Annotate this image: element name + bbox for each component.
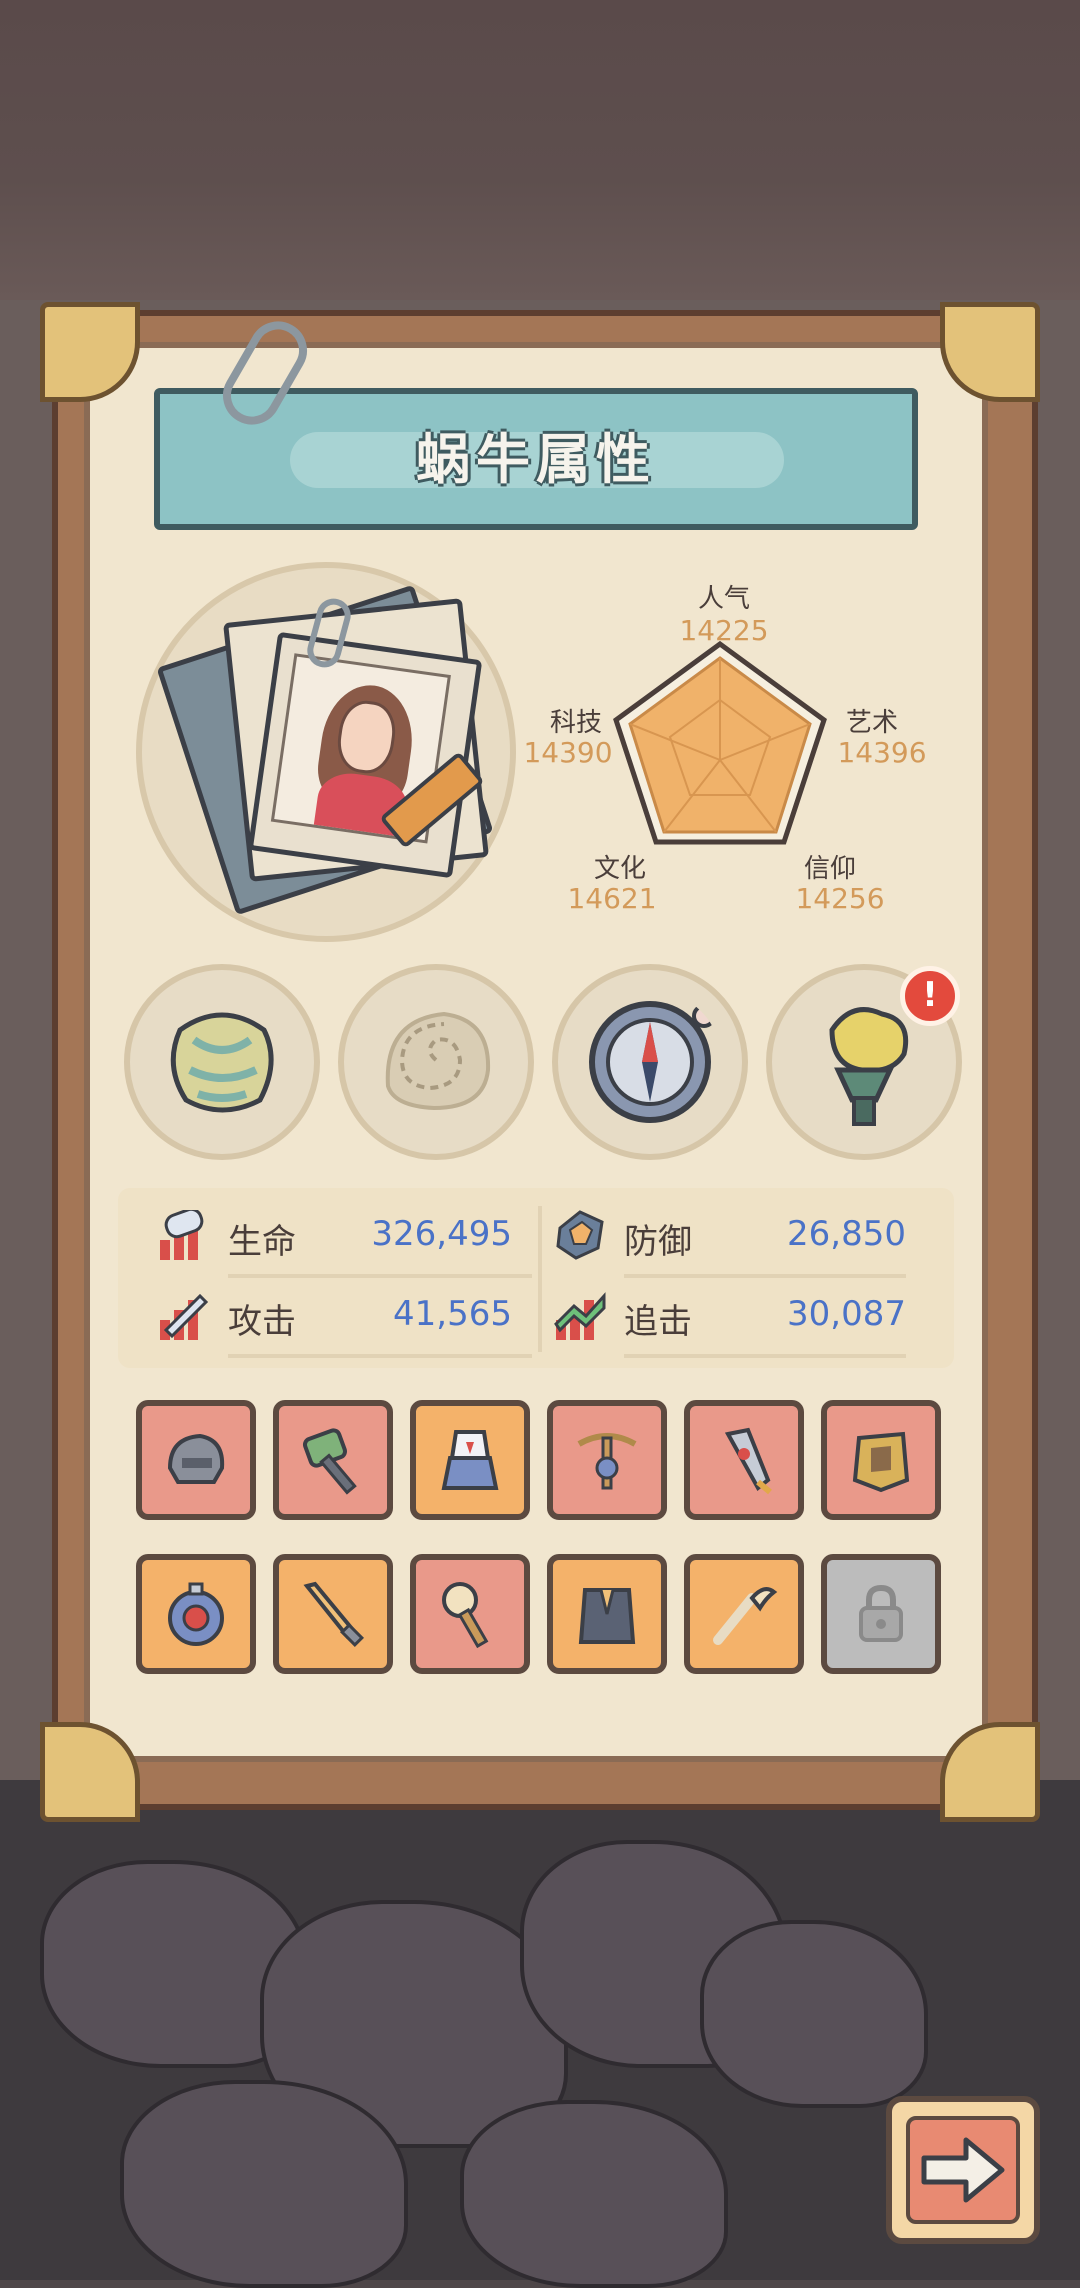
radar-label-faith: 信仰 <box>803 854 856 884</box>
stat-divider <box>228 1274 532 1278</box>
next-button[interactable] <box>886 2096 1040 2244</box>
lock-icon <box>859 1584 903 1642</box>
crossbow-icon <box>577 1433 637 1490</box>
rock <box>460 2100 728 2288</box>
radar-label-popularity: 人气 <box>697 584 750 614</box>
rock <box>700 1920 928 2108</box>
compass-relic-icon <box>589 1001 716 1123</box>
stat-label-attack: 攻击 <box>228 1302 296 1342</box>
pursuit-icon <box>554 1292 606 1340</box>
bone-relic-icon <box>170 1012 274 1113</box>
equipment-slot-locked[interactable] <box>821 1554 941 1674</box>
equipment-slot-hammer[interactable] <box>273 1400 393 1520</box>
attack-icon <box>160 1293 209 1340</box>
snail-portrait[interactable] <box>247 631 483 879</box>
radar-value-art: 14396 <box>837 736 927 769</box>
radar-value-culture: 14621 <box>567 882 657 915</box>
radar-label-tech: 科技 <box>549 708 602 738</box>
sword-icon <box>303 1581 365 1648</box>
relic-slot-shell[interactable] <box>338 964 534 1160</box>
stat-value-attack: 41,565 <box>393 1294 512 1334</box>
stat-label-defense: 防御 <box>624 1222 692 1262</box>
equipment-slot-horn-pipe[interactable] <box>684 1554 804 1674</box>
radar-label-art: 艺术 <box>845 708 898 738</box>
stat-column-divider <box>538 1206 542 1352</box>
stat-value-health: 326,495 <box>371 1214 512 1254</box>
equipment-slot-helmet[interactable] <box>136 1400 256 1520</box>
armor-icon <box>852 1431 910 1493</box>
stat-value-defense: 26,850 <box>787 1214 906 1254</box>
rock <box>120 2080 408 2288</box>
stat-divider <box>624 1274 906 1278</box>
equipment-slot-rocket[interactable] <box>684 1400 804 1520</box>
radar-value-faith: 14256 <box>795 882 885 915</box>
equipment-slot-scepter[interactable] <box>410 1554 530 1674</box>
defense-icon <box>556 1210 604 1260</box>
diving-helmet-icon <box>168 1582 224 1646</box>
torch-alert-badge: ! <box>900 966 960 1026</box>
stat-value-pursuit: 30,087 <box>787 1294 906 1334</box>
relic-slot-compass[interactable] <box>552 964 748 1160</box>
skull-scepter-icon <box>442 1582 489 1649</box>
rocket-icon <box>724 1427 772 1495</box>
stat-label-health: 生命 <box>228 1222 296 1262</box>
stat-divider <box>228 1354 532 1358</box>
equipment-slot-sword[interactable] <box>273 1554 393 1674</box>
hammer-icon <box>302 1428 357 1495</box>
radar-value-popularity: 14225 <box>679 614 769 647</box>
equipment-slot-diving-helmet[interactable] <box>136 1554 256 1674</box>
radar-value-tech: 14390 <box>523 736 613 769</box>
suit-jacket-icon <box>578 1588 636 1644</box>
helmet-icon <box>167 1433 225 1484</box>
arrow-right-icon <box>921 2137 1005 2203</box>
stat-label-pursuit: 追击 <box>624 1302 692 1342</box>
equipment-slot-outfit[interactable] <box>410 1400 530 1520</box>
equipment-slot-armor[interactable] <box>821 1400 941 1520</box>
snail-shell-relic-icon <box>385 1011 491 1111</box>
sailor-outfit-icon <box>441 1430 499 1490</box>
next-button-face <box>906 2116 1020 2224</box>
stat-divider <box>624 1354 906 1358</box>
horn-pipe-icon <box>713 1587 778 1645</box>
background-sky <box>0 0 1080 300</box>
radar-label-culture: 文化 <box>593 854 646 884</box>
health-icon <box>160 1210 204 1260</box>
equipment-slot-crossbow[interactable] <box>547 1400 667 1520</box>
equipment-slot-jacket[interactable] <box>547 1554 667 1674</box>
relic-slot-bone[interactable] <box>124 964 320 1160</box>
page-title: 蜗牛属性 <box>416 428 656 491</box>
